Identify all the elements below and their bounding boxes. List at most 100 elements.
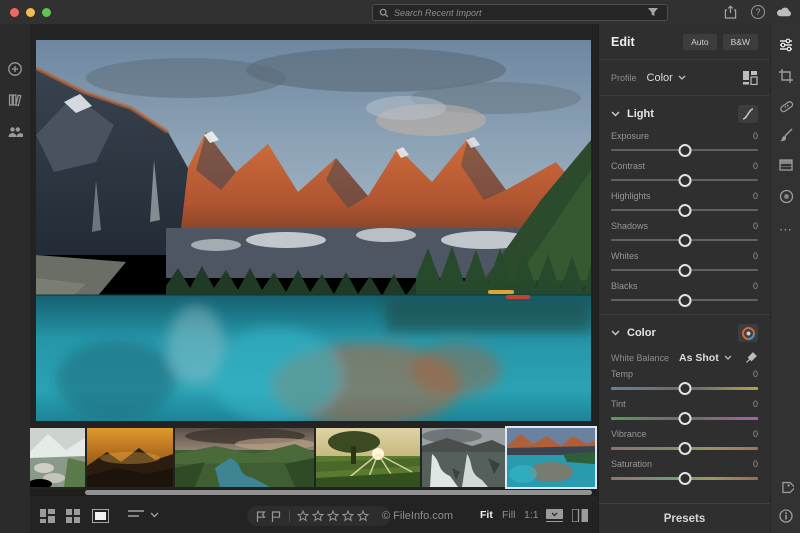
slider-track[interactable]	[611, 142, 758, 158]
filmstrip-thumbnail-moraine-lake[interactable]	[507, 428, 595, 487]
slider-knob[interactable]	[678, 174, 691, 187]
white-balance-dropdown[interactable]: As Shot	[679, 352, 732, 364]
slider-knob[interactable]	[678, 382, 691, 395]
filmstrip-thumbnail-snowy-trail[interactable]	[30, 428, 85, 487]
slider-temp: Temp0	[599, 366, 770, 396]
slider-knob[interactable]	[678, 472, 691, 485]
slider-value: 0	[753, 191, 758, 201]
info-icon[interactable]	[778, 508, 794, 524]
slider-tint: Tint0	[599, 396, 770, 426]
slider-value: 0	[753, 459, 758, 469]
zoom-one-to-one-button[interactable]: 1:1	[524, 509, 539, 521]
zoom-fit-button[interactable]: Fit	[480, 509, 493, 521]
chevron-down-icon	[724, 355, 732, 360]
color-section-header[interactable]: Color	[599, 315, 770, 347]
moraine-lake-photo	[36, 40, 591, 421]
slider-value: 0	[753, 221, 758, 231]
slider-track[interactable]	[611, 440, 758, 456]
linear-gradient-icon[interactable]	[778, 157, 794, 173]
slider-knob[interactable]	[678, 412, 691, 425]
profile-value-dropdown[interactable]: Color	[647, 72, 686, 84]
star-rating-icon-3[interactable]	[327, 510, 339, 522]
minimize-window-button[interactable]	[26, 8, 35, 17]
main-content: © FileInfo.com Fit Fill 1:1	[30, 24, 598, 533]
tone-curve-icon	[742, 108, 754, 120]
slider-contrast: Contrast0	[599, 158, 770, 188]
slider-track[interactable]	[611, 262, 758, 278]
albums-icon[interactable]	[7, 92, 23, 108]
before-after-icon[interactable]	[572, 509, 588, 525]
auto-button[interactable]: Auto	[683, 34, 717, 50]
filmstrip-thumbnail-golden-sunset[interactable]	[87, 428, 173, 487]
light-section-title: Light	[627, 108, 731, 120]
star-rating-icon-4[interactable]	[342, 510, 354, 522]
slider-knob[interactable]	[678, 442, 691, 455]
profile-browse-icon[interactable]	[742, 70, 758, 85]
share-icon[interactable]	[722, 4, 738, 20]
profile-row: Profile Color	[599, 60, 770, 95]
slider-track[interactable]	[611, 380, 758, 396]
slider-label: Vibrance	[611, 429, 646, 439]
slider-track[interactable]	[611, 172, 758, 188]
star-rating-icon-2[interactable]	[312, 510, 324, 522]
add-photos-icon[interactable]	[7, 61, 23, 77]
keyword-tag-icon[interactable]	[778, 479, 794, 495]
pick-flag-icon[interactable]	[255, 510, 267, 523]
sort-chevron-icon[interactable]	[150, 512, 166, 528]
presets-button[interactable]: Presets	[599, 503, 770, 533]
sync-cloud-icon[interactable]	[776, 4, 792, 20]
healing-brush-icon[interactable]	[778, 98, 794, 114]
edit-sliders-icon[interactable]	[778, 37, 794, 53]
zoom-window-button[interactable]	[42, 8, 51, 17]
pill-divider	[289, 510, 290, 522]
zoom-fill-button[interactable]: Fill	[502, 509, 515, 521]
shared-albums-icon[interactable]	[7, 124, 23, 140]
more-icon[interactable]: ⋯	[778, 222, 794, 238]
slider-value: 0	[753, 161, 758, 171]
crop-icon[interactable]	[778, 68, 794, 84]
filmstrip-scrollbar[interactable]	[30, 489, 598, 496]
slider-track[interactable]	[611, 232, 758, 248]
filmstrip-thumbnail-river-valley[interactable]	[175, 428, 314, 487]
slider-value: 0	[753, 429, 758, 439]
help-icon[interactable]: ?	[750, 4, 766, 20]
close-window-button[interactable]	[10, 8, 19, 17]
show-filmstrip-icon[interactable]	[546, 509, 562, 525]
radial-gradient-icon[interactable]	[778, 188, 794, 204]
eyedropper-icon[interactable]	[745, 351, 758, 364]
grid-view-icon[interactable]	[66, 509, 82, 525]
search-placeholder: Search Recent Import	[394, 8, 482, 18]
slider-knob[interactable]	[678, 204, 691, 217]
light-section-header[interactable]: Light	[599, 96, 770, 128]
slider-label: Shadows	[611, 221, 648, 231]
brush-icon[interactable]	[778, 127, 794, 143]
slider-whites: Whites0	[599, 248, 770, 278]
star-rating-icon-1[interactable]	[297, 510, 309, 522]
edit-panel-header: Edit Auto B&W	[599, 24, 770, 59]
mixed-grid-view-icon[interactable]	[40, 509, 56, 525]
slider-knob[interactable]	[678, 234, 691, 247]
filmstrip-thumbnail-waterfall[interactable]	[422, 428, 505, 487]
slider-track[interactable]	[611, 202, 758, 218]
slider-value: 0	[753, 281, 758, 291]
filmstrip-thumbnail-tree-sunburst[interactable]	[316, 428, 420, 487]
slider-track[interactable]	[611, 470, 758, 486]
slider-track[interactable]	[611, 292, 758, 308]
white-balance-label: White Balance	[611, 353, 669, 363]
single-photo-view-icon[interactable]	[92, 509, 108, 525]
star-rating-icon-5[interactable]	[357, 510, 369, 522]
photo-canvas[interactable]	[36, 40, 591, 421]
color-mixer-button[interactable]	[738, 324, 758, 342]
reject-flag-icon[interactable]	[270, 510, 282, 523]
slider-knob[interactable]	[678, 144, 691, 157]
slider-track[interactable]	[611, 410, 758, 426]
bw-button[interactable]: B&W	[723, 34, 758, 50]
sort-icon[interactable]	[128, 509, 144, 525]
tool-rail: ⋯	[770, 24, 800, 533]
slider-knob[interactable]	[678, 264, 691, 277]
tone-curve-button[interactable]	[738, 105, 758, 123]
filter-icon[interactable]	[645, 4, 661, 20]
slider-knob[interactable]	[678, 294, 691, 307]
search-input[interactable]: Search Recent Import	[372, 4, 668, 21]
filmstrip-scrollbar-thumb[interactable]	[85, 490, 592, 495]
